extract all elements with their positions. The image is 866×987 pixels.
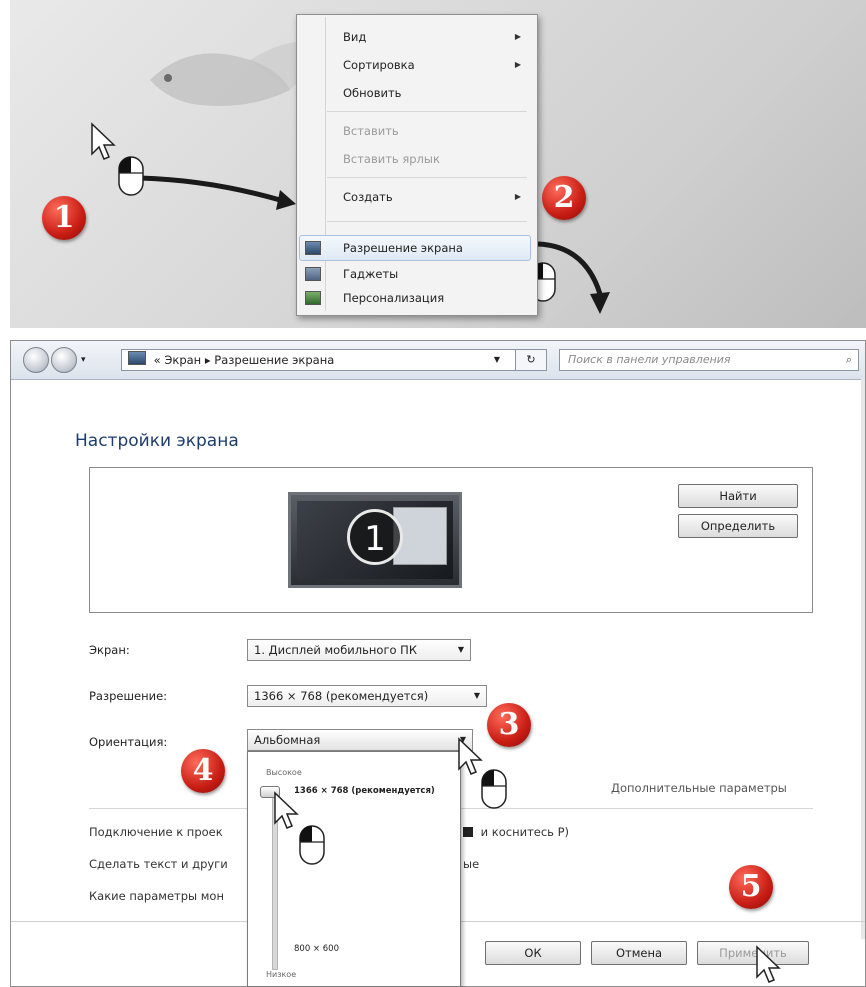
menu-item-label: Вставить ярлык bbox=[343, 152, 440, 166]
search-placeholder: Поиск в панели управления bbox=[568, 353, 731, 366]
resolution-label: Разрешение: bbox=[89, 689, 168, 703]
back-button[interactable] bbox=[23, 347, 49, 373]
menu-item-paste-shortcut: Вставить ярлык bbox=[327, 147, 531, 171]
find-button[interactable]: Найти bbox=[678, 484, 798, 508]
personalization-icon bbox=[305, 291, 321, 305]
mouse-left-click-icon bbox=[118, 156, 144, 196]
detect-button[interactable]: Определить bbox=[678, 514, 798, 538]
menu-separator bbox=[327, 177, 527, 178]
menu-gutter-divider bbox=[325, 17, 326, 311]
recent-pages-dropdown-icon[interactable]: ▾ bbox=[81, 355, 86, 365]
menu-item-sort[interactable]: Сортировка ▶ bbox=[327, 53, 531, 77]
slider-low-label: Низкое bbox=[266, 970, 297, 979]
menu-item-label: Персонализация bbox=[343, 291, 445, 305]
breadcrumb-separator-icon[interactable]: ▸ bbox=[205, 353, 211, 367]
desktop-background[interactable]: 1 2 Вид ▶ Сортировка ▶ Обновить Вставить… bbox=[10, 0, 866, 328]
resolution-slider-dropdown: Высокое 1366 × 768 (рекомендуется) 800 ×… bbox=[247, 751, 461, 987]
menu-separator bbox=[327, 111, 527, 112]
resolution-select[interactable]: 1366 × 768 (рекомендуется) ▼ bbox=[247, 685, 487, 707]
orientation-select[interactable]: Альбомная ▼ bbox=[247, 729, 473, 751]
menu-item-personalization[interactable]: Персонализация bbox=[327, 286, 531, 310]
submenu-arrow-icon: ▶ bbox=[514, 192, 521, 201]
link-text: Сделать текст и други bbox=[89, 857, 228, 871]
step-badge-4: 4 bbox=[181, 749, 225, 793]
menu-item-gadgets[interactable]: Гаджеты bbox=[327, 262, 531, 286]
monitor-thumbnail[interactable]: 1 bbox=[288, 492, 462, 588]
breadcrumb-item-screen[interactable]: Экран bbox=[164, 353, 201, 367]
control-panel-icon bbox=[128, 351, 146, 365]
forward-button[interactable] bbox=[51, 347, 77, 373]
desktop-context-menu: Вид ▶ Сортировка ▶ Обновить Вставить Вст… bbox=[296, 14, 538, 316]
slider-top-value: 1366 × 768 (рекомендуется) bbox=[294, 786, 435, 796]
projector-link-tail[interactable]: и коснитесь P) bbox=[463, 825, 569, 839]
slider-high-label: Высокое bbox=[266, 768, 302, 777]
scrollbar[interactable] bbox=[861, 379, 865, 939]
monitor-settings-link[interactable]: Какие параметры мон bbox=[89, 889, 224, 903]
refresh-button[interactable]: ↻ bbox=[515, 349, 547, 371]
step-badge-2: 2 bbox=[542, 176, 586, 220]
menu-item-view[interactable]: Вид ▶ bbox=[327, 25, 531, 49]
mouse-pointer-icon bbox=[91, 122, 116, 160]
ok-button[interactable]: ОК bbox=[485, 941, 581, 965]
monitor-preview-area: 1 Найти Определить bbox=[89, 467, 813, 613]
link-text: Подключение к проек bbox=[89, 825, 223, 839]
step-badge-1: 1 bbox=[42, 196, 86, 240]
menu-item-paste: Вставить bbox=[327, 119, 531, 143]
submenu-arrow-icon: ▶ bbox=[514, 60, 521, 69]
address-dropdown-icon[interactable]: ▼ bbox=[494, 350, 500, 370]
advanced-settings-link[interactable]: Дополнительные параметры bbox=[611, 781, 787, 795]
screen-resolution-window: ▾ « Экран ▸ Разрешение экрана ▼ ↻ Поиск … bbox=[10, 340, 866, 987]
link-text: Какие параметры мон bbox=[89, 889, 224, 903]
mouse-pointer-icon bbox=[756, 945, 781, 983]
menu-item-label: Обновить bbox=[343, 86, 402, 100]
display-select-value: 1. Дисплей мобильного ПК bbox=[254, 643, 417, 657]
windows-key-icon bbox=[463, 827, 473, 837]
cancel-button[interactable]: Отмена bbox=[591, 941, 687, 965]
menu-item-refresh[interactable]: Обновить bbox=[327, 81, 531, 105]
page-title: Настройки экрана bbox=[75, 431, 239, 451]
monitor-number-badge: 1 bbox=[347, 509, 403, 565]
link-text: ые bbox=[463, 857, 480, 871]
address-bar[interactable]: « Экран ▸ Разрешение экрана ▼ bbox=[121, 349, 541, 371]
chevron-down-icon: ▼ bbox=[473, 691, 480, 700]
projector-link[interactable]: Подключение к проек bbox=[89, 825, 223, 839]
orientation-label: Ориентация: bbox=[89, 735, 168, 749]
arrow-to-menu-icon bbox=[139, 175, 296, 210]
explorer-toolbar: ▾ « Экран ▸ Разрешение экрана ▼ ↻ Поиск … bbox=[11, 341, 865, 380]
menu-item-label: Вид bbox=[343, 30, 367, 44]
display-select[interactable]: 1. Дисплей мобильного ПК ▼ bbox=[247, 639, 471, 661]
menu-item-label: Гаджеты bbox=[343, 267, 399, 281]
link-text: и коснитесь P) bbox=[480, 825, 570, 839]
step-badge-3: 3 bbox=[487, 703, 531, 747]
display-label: Экран: bbox=[89, 643, 130, 657]
breadcrumb-item-resolution[interactable]: Разрешение экрана bbox=[214, 353, 334, 367]
screen-resolution-icon bbox=[305, 241, 321, 255]
gadgets-icon bbox=[305, 267, 321, 281]
search-input[interactable]: Поиск в панели управления ⌕ bbox=[559, 349, 859, 371]
breadcrumb-overflow[interactable]: « bbox=[154, 353, 161, 367]
text-size-link[interactable]: Сделать текст и други bbox=[89, 857, 228, 871]
text-size-link-tail[interactable]: ые bbox=[463, 857, 479, 871]
menu-item-screen-resolution[interactable]: Разрешение экрана bbox=[327, 236, 531, 260]
menu-separator bbox=[327, 221, 527, 222]
chevron-down-icon: ▼ bbox=[457, 645, 464, 654]
mouse-left-click-icon bbox=[481, 769, 507, 809]
menu-item-new[interactable]: Создать ▶ bbox=[327, 185, 531, 209]
submenu-arrow-icon: ▶ bbox=[514, 32, 521, 41]
slider-bottom-value: 800 × 600 bbox=[294, 944, 339, 954]
apply-button[interactable]: Применить bbox=[697, 941, 809, 965]
menu-item-label: Разрешение экрана bbox=[343, 241, 463, 255]
search-icon[interactable]: ⌕ bbox=[846, 350, 852, 370]
resolution-select-value: 1366 × 768 (рекомендуется) bbox=[254, 689, 429, 703]
menu-item-label: Вставить bbox=[343, 124, 399, 138]
orientation-select-value: Альбомная bbox=[254, 733, 321, 747]
mouse-left-click-icon bbox=[299, 825, 325, 865]
menu-item-label: Создать bbox=[343, 190, 393, 204]
menu-item-label: Сортировка bbox=[343, 58, 415, 72]
step-badge-5: 5 bbox=[729, 865, 773, 909]
